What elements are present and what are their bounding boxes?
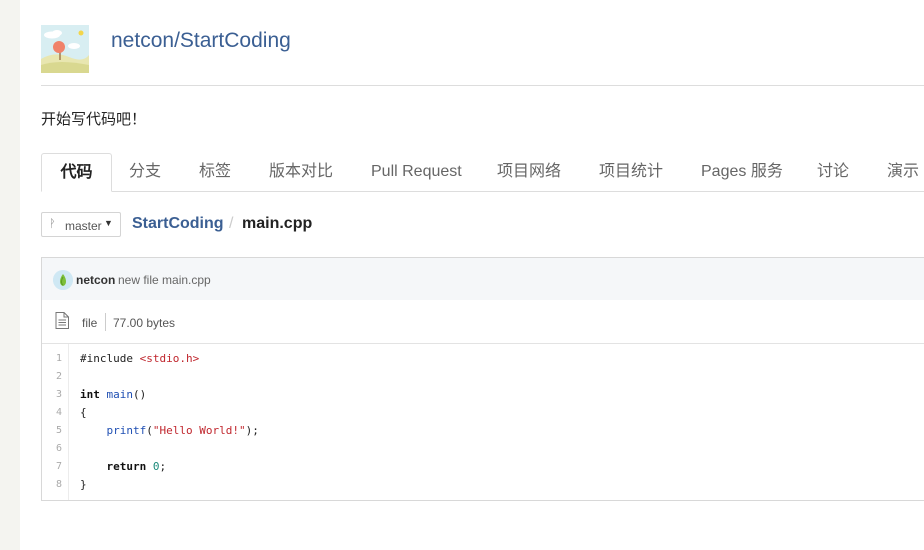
line-number: 5 bbox=[55, 425, 62, 436]
tab-code[interactable]: 代码 bbox=[41, 153, 112, 192]
repo-owner[interactable]: netcon bbox=[111, 29, 174, 52]
repo-avatar[interactable] bbox=[41, 25, 89, 73]
code-line: return 0; bbox=[80, 460, 167, 473]
code-line: #include <stdio.h> bbox=[80, 352, 199, 365]
left-margin-strip bbox=[0, 0, 20, 550]
code-token-punct: ; bbox=[159, 460, 167, 473]
code-token-function: printf bbox=[106, 424, 147, 437]
code-token-punct: () bbox=[133, 388, 147, 401]
repo-description: 开始写代码吧！ bbox=[41, 111, 147, 128]
tab-pages[interactable]: Pages 服务 bbox=[701, 153, 783, 190]
line-number: 4 bbox=[55, 407, 62, 418]
tab-branches[interactable]: 分支 bbox=[129, 153, 161, 190]
line-number: 3 bbox=[55, 389, 62, 400]
header-divider bbox=[41, 85, 924, 86]
file-icon bbox=[55, 312, 69, 329]
caret-down-icon: ▼ bbox=[104, 218, 113, 228]
code-line: printf("Hello World!"); bbox=[80, 424, 259, 437]
tab-pull-request[interactable]: Pull Request bbox=[371, 153, 462, 190]
tab-discussion[interactable]: 讨论 bbox=[817, 153, 849, 190]
code-token-keyword: return bbox=[106, 460, 147, 473]
tab-compare[interactable]: 版本对比 bbox=[269, 153, 333, 190]
code-viewer[interactable]: 1 2 3 4 5 6 7 8 #include <stdio.h> int m… bbox=[42, 344, 924, 500]
breadcrumb-separator: / bbox=[229, 215, 234, 232]
line-number: 1 bbox=[55, 353, 62, 364]
line-number: 2 bbox=[55, 371, 62, 382]
file-info-bar: file 77.00 bytes bbox=[42, 300, 924, 344]
code-token-directive: #include bbox=[80, 352, 133, 365]
file-size: 77.00 bytes bbox=[113, 316, 176, 330]
latest-commit-bar: netcon new file main.cpp bbox=[42, 258, 924, 301]
line-number: 6 bbox=[55, 443, 62, 454]
repo-tabs: 代码 分支 标签 版本对比 Pull Request 项目网络 项目统计 Pag… bbox=[41, 153, 924, 192]
tab-stats[interactable]: 项目统计 bbox=[599, 153, 663, 190]
tab-tags[interactable]: 标签 bbox=[199, 153, 231, 190]
commit-author[interactable]: netcon bbox=[76, 273, 115, 287]
code-token-number: 0 bbox=[152, 460, 160, 473]
code-token-string: "Hello World!" bbox=[152, 424, 246, 437]
commit-message[interactable]: new file main.cpp bbox=[118, 273, 211, 287]
code-token-punct: ( bbox=[146, 424, 153, 437]
code-token-function: main bbox=[106, 388, 134, 401]
branch-selector[interactable]: ᚹ master ▼ bbox=[41, 212, 121, 237]
file-info-divider bbox=[105, 313, 106, 331]
line-number: 7 bbox=[55, 461, 62, 472]
file-type-label: file bbox=[82, 316, 98, 330]
file-panel: netcon new file main.cpp file 77.00 byte… bbox=[41, 257, 924, 501]
branch-label: master bbox=[65, 219, 102, 233]
repo-name[interactable]: StartCoding bbox=[180, 29, 291, 52]
code-line: { bbox=[80, 406, 87, 419]
line-number: 8 bbox=[55, 479, 62, 490]
commit-author-avatar[interactable] bbox=[53, 270, 73, 290]
breadcrumb-repo-link[interactable]: StartCoding bbox=[132, 215, 224, 233]
breadcrumb-file: main.cpp bbox=[242, 215, 313, 232]
tab-demo[interactable]: 演示 bbox=[887, 153, 919, 190]
code-line: } bbox=[80, 478, 87, 491]
code-token-keyword: int bbox=[80, 388, 100, 401]
branch-icon: ᚹ bbox=[49, 218, 56, 230]
code-token-string: <stdio.h> bbox=[139, 352, 200, 365]
tab-network[interactable]: 项目网络 bbox=[497, 153, 561, 190]
repo-title[interactable]: netcon/StartCoding bbox=[111, 29, 291, 53]
code-token-punct: ); bbox=[245, 424, 259, 437]
line-number-gutter: 1 2 3 4 5 6 7 8 bbox=[42, 344, 69, 500]
code-line: int main() bbox=[80, 388, 146, 401]
